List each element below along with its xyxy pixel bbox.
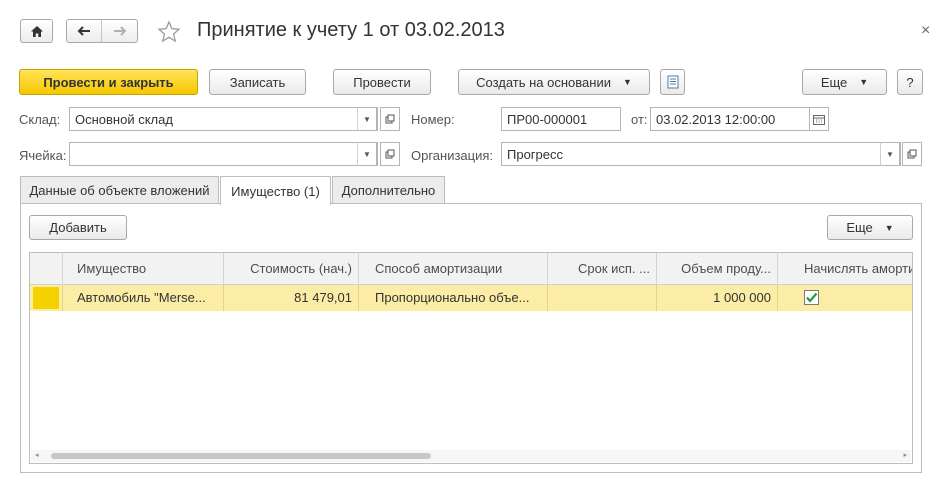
- create-based-on-label: Создать на основании: [476, 74, 611, 90]
- post-and-close-button[interactable]: Провести и закрыть: [19, 69, 198, 95]
- close-icon[interactable]: ×: [921, 22, 930, 40]
- table-row[interactable]: Автомобиль "Merse... 81 479,01 Пропорцио…: [30, 285, 912, 311]
- star-favorite-icon[interactable]: [157, 20, 181, 44]
- cell-open-button[interactable]: [380, 142, 400, 166]
- checkmark-icon: [806, 292, 818, 303]
- warehouse-field[interactable]: Основной склад: [69, 107, 378, 131]
- organization-dropdown-button[interactable]: ▼: [880, 142, 900, 166]
- table-header: Имущество Стоимость (нач.) Способ аморти…: [30, 253, 912, 285]
- warehouse-dropdown-button[interactable]: ▼: [357, 107, 377, 131]
- forward-button[interactable]: [102, 20, 137, 42]
- cell-asset[interactable]: Автомобиль "Merse...: [63, 285, 224, 311]
- cell-volume[interactable]: 1 000 000: [657, 285, 778, 311]
- column-header-cost[interactable]: Стоимость (нач.): [224, 253, 359, 285]
- history-nav-group: [66, 19, 138, 43]
- warehouse-open-button[interactable]: [380, 107, 400, 131]
- organization-label: Организация:: [411, 148, 494, 163]
- property-table[interactable]: Имущество Стоимость (нач.) Способ аморти…: [29, 252, 913, 464]
- row-selected-marker: [33, 287, 59, 309]
- number-field[interactable]: ПР00-000001: [501, 107, 621, 131]
- caret-down-icon: ▼: [859, 77, 869, 87]
- column-header-accrue[interactable]: Начислять аморти: [778, 253, 912, 285]
- scroll-right-icon[interactable]: ▸: [903, 451, 907, 459]
- warehouse-label: Склад:: [19, 112, 61, 127]
- arrow-right-icon: [113, 26, 126, 36]
- caret-down-icon: ▼: [622, 77, 632, 87]
- table-more-button[interactable]: Еще ▼: [827, 215, 913, 240]
- date-field[interactable]: 03.02.2013 12:00:00: [650, 107, 810, 131]
- cell-method[interactable]: Пропорционально объе...: [359, 285, 548, 311]
- save-button[interactable]: Записать: [209, 69, 306, 95]
- cell-cost[interactable]: 81 479,01: [224, 285, 359, 311]
- back-button[interactable]: [67, 20, 103, 42]
- tab-additional[interactable]: Дополнительно: [332, 176, 445, 204]
- column-header-volume[interactable]: Объем проду...: [657, 253, 778, 285]
- organization-open-button[interactable]: [902, 142, 922, 166]
- table-more-label: Еще: [846, 220, 873, 235]
- date-label: от:: [631, 112, 648, 127]
- cell-accrue[interactable]: [778, 285, 912, 311]
- add-button[interactable]: Добавить: [29, 215, 127, 240]
- row-marker: [30, 285, 63, 311]
- scrollbar-thumb[interactable]: [51, 453, 431, 459]
- column-header-asset[interactable]: Имущество: [63, 253, 224, 285]
- calendar-button[interactable]: [809, 107, 829, 131]
- accrue-checkbox[interactable]: [804, 290, 819, 305]
- document-icon: [667, 75, 678, 89]
- open-link-icon: [385, 114, 395, 124]
- number-label: Номер:: [411, 112, 455, 127]
- open-link-icon: [385, 149, 395, 159]
- create-based-on-button[interactable]: Создать на основании ▼: [458, 69, 650, 95]
- horizontal-scrollbar[interactable]: ◂ ▸: [31, 450, 911, 462]
- cell-field[interactable]: [69, 142, 378, 166]
- post-button[interactable]: Провести: [333, 69, 431, 95]
- more-button[interactable]: Еще ▼: [802, 69, 887, 95]
- tab-investment-object[interactable]: Данные об объекте вложений: [20, 176, 219, 204]
- cell-term[interactable]: [548, 285, 657, 311]
- organization-field[interactable]: Прогресс: [501, 142, 901, 166]
- tab-property[interactable]: Имущество (1): [220, 176, 331, 205]
- calendar-icon: [813, 114, 825, 125]
- more-label: Еще: [820, 74, 848, 90]
- scroll-left-icon[interactable]: ◂: [35, 451, 39, 459]
- column-header-term[interactable]: Срок исп. ...: [548, 253, 657, 285]
- home-icon: [30, 25, 43, 37]
- open-link-icon: [907, 149, 917, 159]
- column-header-marker: [30, 253, 63, 285]
- document-report-button[interactable]: [660, 69, 685, 95]
- arrow-left-icon: [77, 26, 90, 36]
- cell-dropdown-button[interactable]: ▼: [357, 142, 377, 166]
- caret-down-icon: ▼: [884, 222, 894, 233]
- column-header-method[interactable]: Способ амортизации: [359, 253, 548, 285]
- help-button[interactable]: ?: [897, 69, 923, 95]
- home-button[interactable]: [20, 19, 53, 43]
- cell-label: Ячейка:: [19, 148, 67, 163]
- page-title: Принятие к учету 1 от 03.02.2013: [197, 19, 505, 41]
